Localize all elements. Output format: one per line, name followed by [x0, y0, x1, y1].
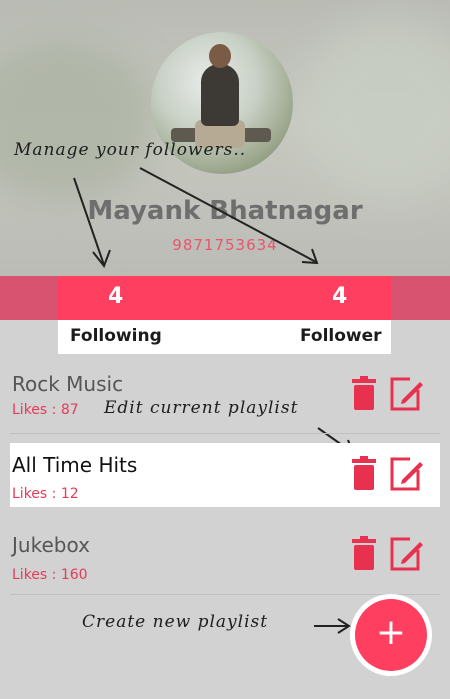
playlist-title: All Time Hits: [12, 453, 138, 477]
follower-count[interactable]: 4: [332, 284, 347, 309]
playlist-item-all-time-hits[interactable]: All Time Hits Likes : 12: [0, 443, 450, 521]
playlist-title: Rock Music: [12, 372, 124, 396]
playlist-likes: Likes : 12: [12, 486, 79, 502]
trash-icon[interactable]: [352, 536, 376, 570]
trash-icon[interactable]: [352, 456, 376, 490]
playlist-likes: Likes : 87: [12, 402, 79, 418]
edit-icon[interactable]: [388, 376, 424, 412]
add-playlist-button[interactable]: +: [355, 599, 427, 671]
arrow-icon: [73, 177, 105, 266]
divider: [10, 594, 440, 595]
edit-icon[interactable]: [388, 536, 424, 572]
annotation-create-playlist: Create new playlist: [82, 612, 269, 632]
trash-icon[interactable]: [352, 376, 376, 410]
following-count[interactable]: 4: [108, 284, 123, 309]
arrow-icon: [139, 167, 317, 263]
following-label[interactable]: Following: [70, 326, 162, 346]
divider: [10, 433, 440, 434]
playlist-likes: Likes : 160: [12, 567, 88, 583]
playlist-title: Jukebox: [12, 533, 90, 557]
edit-icon[interactable]: [388, 456, 424, 492]
follower-label[interactable]: Follower: [300, 326, 382, 346]
plus-icon: +: [375, 612, 407, 653]
annotation-edit-playlist: Edit current playlist: [104, 398, 299, 418]
stats-panel: 4 4 Following Follower: [58, 276, 391, 354]
